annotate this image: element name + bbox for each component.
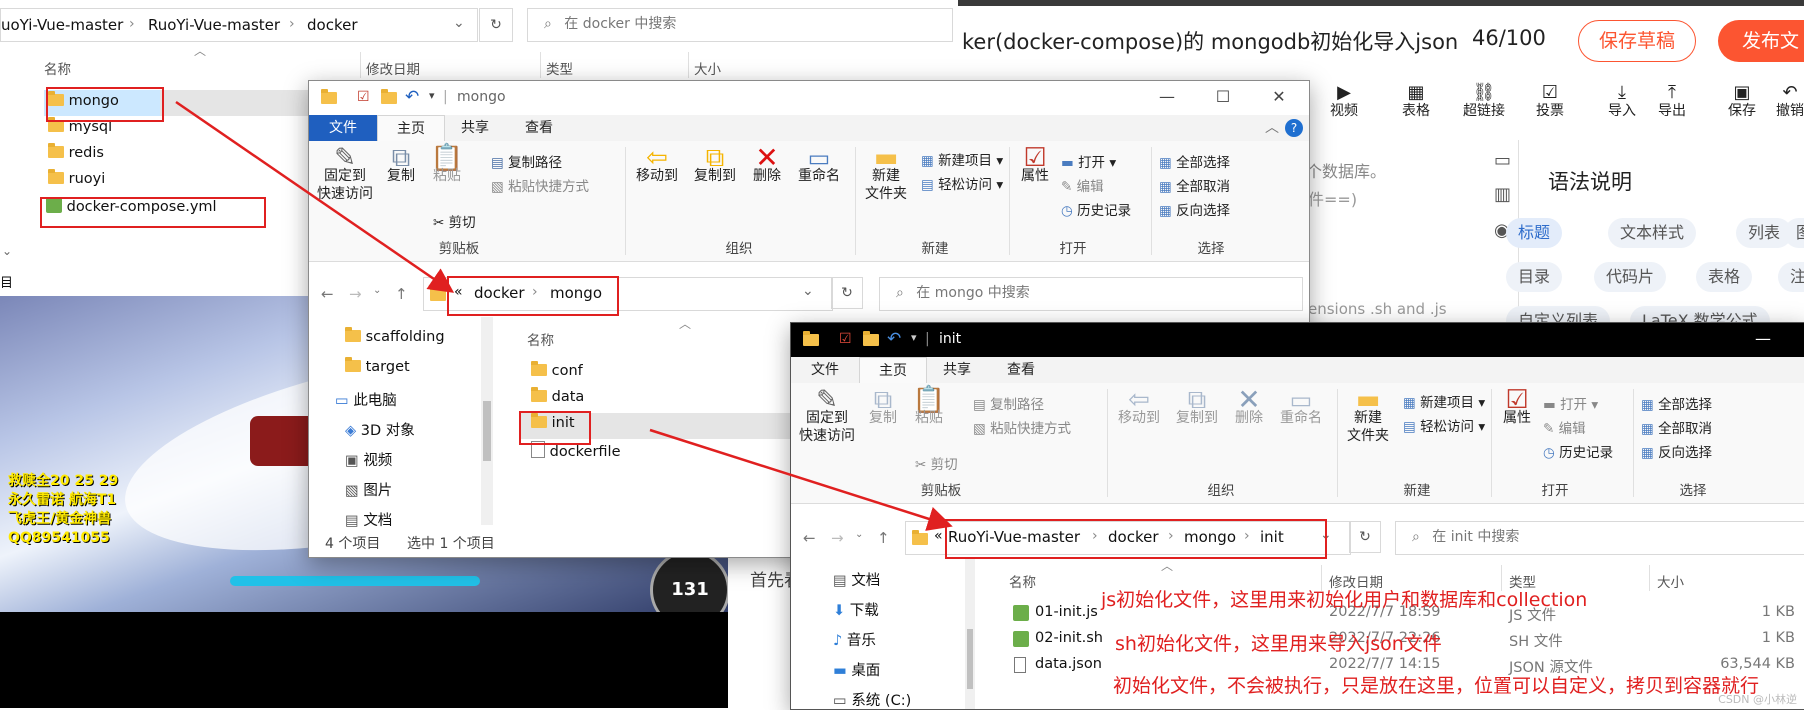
annotation-arrows: [175, 100, 953, 531]
arrow-mongo-to-path: [175, 100, 455, 293]
arrow-init-to-path: [649, 428, 953, 531]
